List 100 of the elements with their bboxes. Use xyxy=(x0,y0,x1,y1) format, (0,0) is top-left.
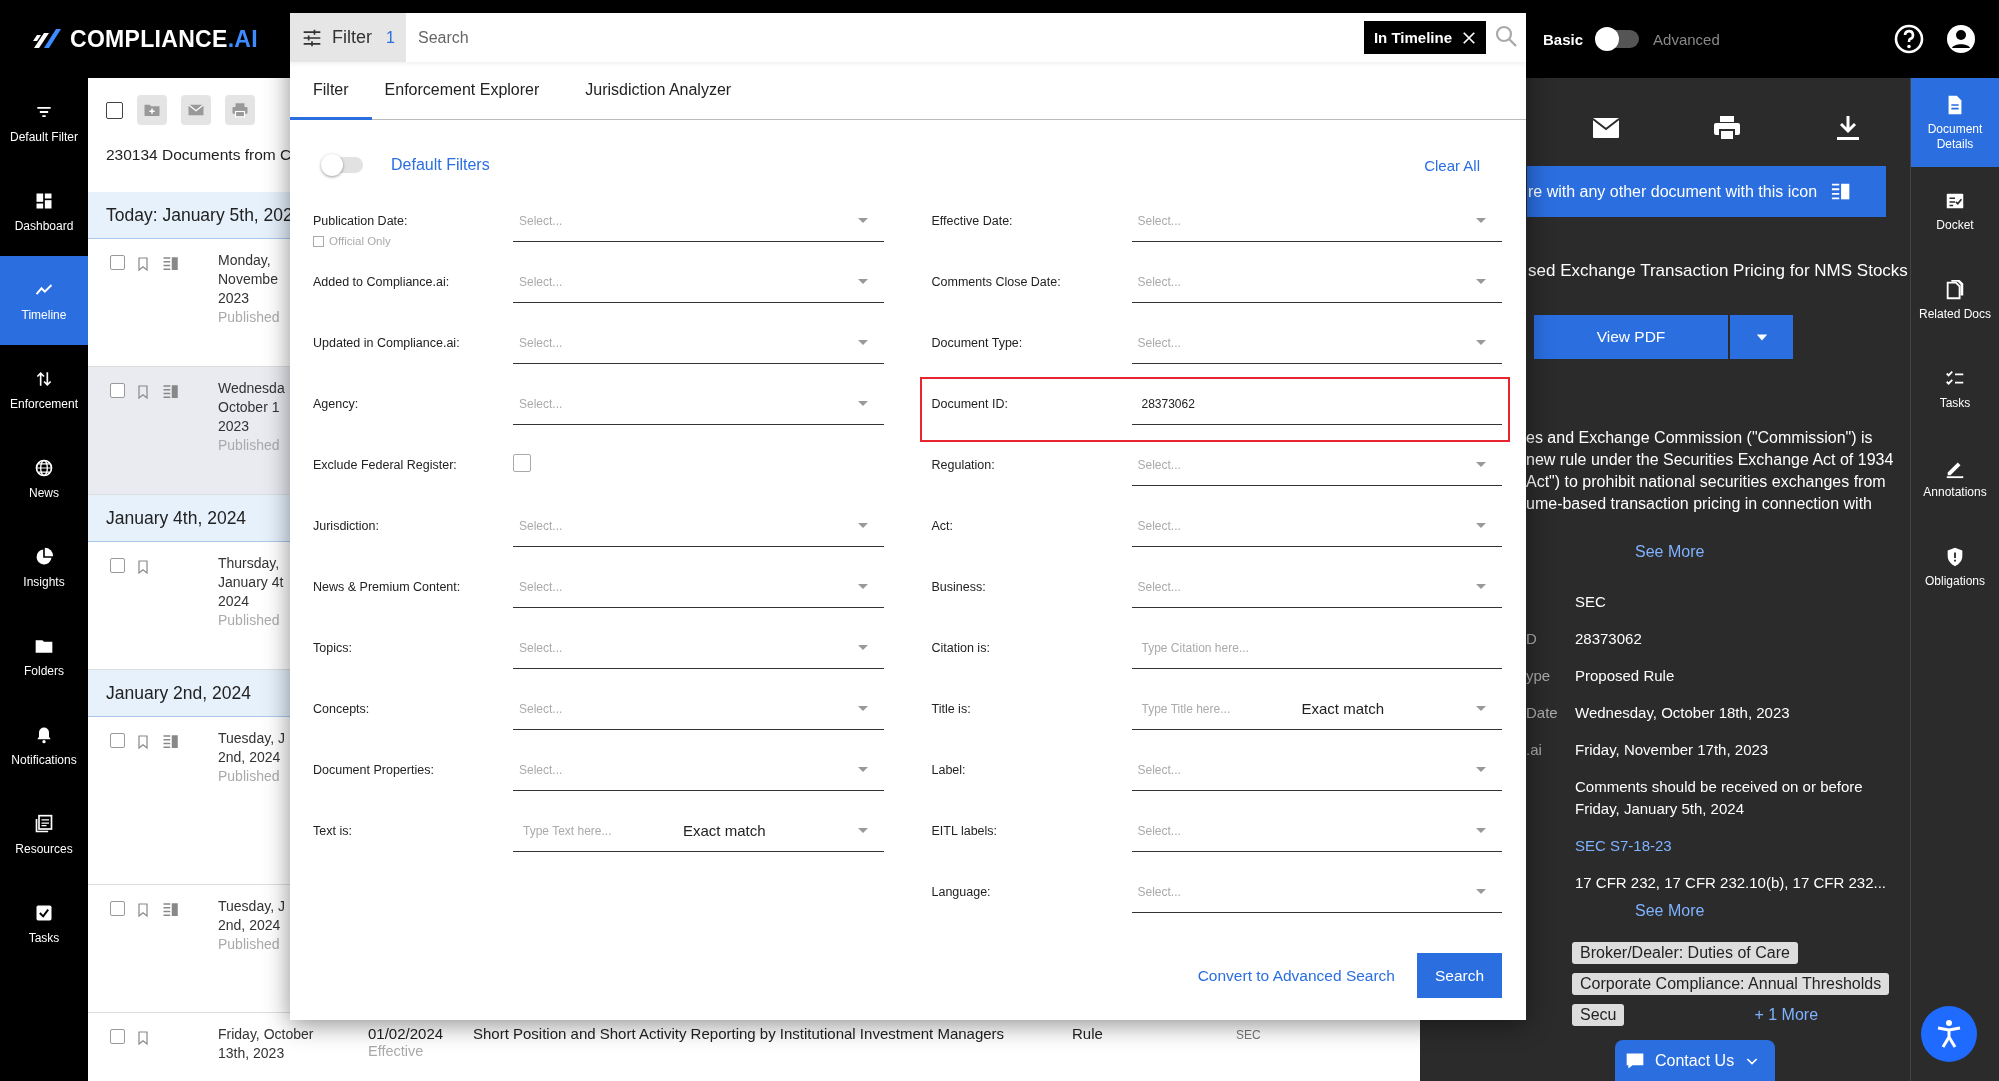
tab[interactable]: Jurisdiction Analyzer xyxy=(562,62,755,120)
field-label: Added to Compliance.ai: xyxy=(313,275,450,289)
caret-icon xyxy=(857,706,868,711)
logo-text: COMPLIANCE xyxy=(70,25,228,52)
printer-icon[interactable] xyxy=(1713,114,1741,142)
text-field[interactable]: 28373062 xyxy=(1131,383,1502,425)
text-field[interactable]: Type Citation here... xyxy=(1131,627,1502,669)
row-checkbox[interactable] xyxy=(110,733,125,748)
sidebar-tab[interactable]: Obligations xyxy=(1911,523,1999,612)
field-label: Agency: xyxy=(313,397,359,411)
compare-icon[interactable] xyxy=(161,255,181,273)
mode-label: Advanced xyxy=(1653,30,1720,48)
compare-icon[interactable] xyxy=(161,383,181,401)
text-field[interactable]: Type Text here... xyxy=(513,810,655,852)
sidebar-tab[interactable]: Document Details xyxy=(1911,78,1999,167)
field-label: News & Premium Content: xyxy=(313,580,461,594)
nav-item[interactable]: Timeline xyxy=(0,256,88,345)
search-button[interactable]: Search xyxy=(1417,953,1502,998)
tab[interactable]: Filter xyxy=(290,62,372,120)
field-label: Comments Close Date: xyxy=(931,275,1061,289)
print-button[interactable] xyxy=(225,95,255,125)
bookmark-icon[interactable] xyxy=(135,901,151,919)
nav-item[interactable]: News xyxy=(0,434,88,523)
field-value: Proposed Rule xyxy=(1575,666,1675,686)
view-pdf-button[interactable]: View PDF xyxy=(1534,315,1728,359)
match-select[interactable]: Exact match xyxy=(655,810,884,852)
caret-icon xyxy=(1476,706,1486,711)
row-checkbox[interactable] xyxy=(110,558,125,573)
row-checkbox[interactable] xyxy=(110,901,125,916)
convert-to-advanced-search-link[interactable]: Convert to Advanced Search xyxy=(1197,966,1395,985)
checkbox[interactable] xyxy=(513,454,531,472)
field-value: 28373062 xyxy=(1575,629,1642,649)
add-to-folder-button[interactable] xyxy=(137,95,167,125)
document-title[interactable]: Short Position and Short Activity Reporting by Institutional Investment Managers xyxy=(473,1025,1005,1042)
field-label: Concepts: xyxy=(313,702,370,716)
email-button[interactable] xyxy=(181,95,211,125)
caret-icon xyxy=(1476,462,1486,467)
checkbox[interactable] xyxy=(313,235,324,247)
compare-icon[interactable] xyxy=(161,733,181,751)
field-label: Date xyxy=(1526,704,1558,721)
user-icon[interactable] xyxy=(1945,23,1977,55)
see-more-link[interactable]: See More xyxy=(1635,543,1705,561)
topic-tag[interactable]: Secu xyxy=(1572,1004,1625,1026)
nav-item[interactable]: Insights xyxy=(0,523,88,612)
search-field[interactable]: Search xyxy=(406,13,1364,62)
nav-item[interactable]: Enforcement xyxy=(0,345,88,434)
caret-icon xyxy=(1754,332,1769,342)
bookmark-icon[interactable] xyxy=(135,1029,151,1047)
field-label: .ai xyxy=(1526,741,1542,758)
default-filters-toggle[interactable] xyxy=(323,157,363,173)
row-checkbox[interactable] xyxy=(110,1029,125,1044)
sidebar-tab[interactable]: Related Docs xyxy=(1911,256,1999,345)
documents-icon xyxy=(34,813,54,834)
help-icon[interactable] xyxy=(1893,23,1925,55)
mode-toggle[interactable] xyxy=(1597,30,1640,48)
globe-icon xyxy=(34,457,54,478)
row-checkbox[interactable] xyxy=(110,383,125,398)
document-date: Wednesda October 1 2023 xyxy=(218,380,285,434)
more-tags-link[interactable]: + 1 More xyxy=(1754,1006,1819,1024)
nav-item[interactable]: Resources xyxy=(0,790,88,879)
bookmark-icon[interactable] xyxy=(135,383,151,401)
bookmark-icon[interactable] xyxy=(135,558,151,576)
document-date: Tuesday, J 2nd, 2024 xyxy=(218,898,285,933)
field-label: Publication Date: xyxy=(313,214,408,228)
scope-chip[interactable]: In Timeline xyxy=(1363,21,1486,54)
sidebar-tab[interactable]: Tasks xyxy=(1911,345,1999,434)
text-field[interactable]: Type Title here... xyxy=(1131,688,1274,730)
docket-link[interactable]: SEC S7-18-23 xyxy=(1575,835,1672,857)
contact-us-button[interactable]: Contact Us xyxy=(1615,1040,1775,1081)
bookmark-icon[interactable] xyxy=(135,733,151,751)
see-more-link[interactable]: See More xyxy=(1635,902,1705,920)
compare-icon[interactable] xyxy=(161,901,181,919)
field-value: Wednesday, October 18th, 2023 xyxy=(1575,703,1790,723)
nav-item[interactable]: Tasks xyxy=(0,879,88,968)
sidebar-tab[interactable]: Docket xyxy=(1911,167,1999,256)
tab[interactable]: Enforcement Explorer xyxy=(371,62,563,120)
field-value: 17 CFR 232, 17 CFR 232.10(b), 17 CFR 232... xyxy=(1575,873,1886,893)
field-label: Updated in Compliance.ai: xyxy=(313,336,460,350)
field-label: Document Properties: xyxy=(313,763,434,777)
nav-item[interactable]: Notifications xyxy=(0,701,88,790)
search-icon[interactable] xyxy=(1494,23,1518,48)
default-filters-label: Default Filters xyxy=(391,156,490,174)
clear-all-link[interactable]: Clear All xyxy=(1424,156,1480,174)
document-title: sed Exchange Transaction Pricing for NMS Stocks xyxy=(1528,261,1908,282)
filter-button[interactable]: Filter 1 xyxy=(290,13,406,62)
topic-tag[interactable]: Corporate Compliance: Annual Thresholds xyxy=(1572,973,1890,995)
download-icon[interactable] xyxy=(1834,114,1862,142)
bookmark-icon[interactable] xyxy=(135,255,151,273)
nav-item[interactable]: Dashboard xyxy=(0,167,88,256)
caret-icon xyxy=(857,523,868,528)
caret-icon xyxy=(857,645,868,650)
topic-tag[interactable]: Broker/Dealer: Duties of Care xyxy=(1572,942,1798,964)
nav-item[interactable]: Folders xyxy=(0,612,88,701)
match-select[interactable]: Exact match xyxy=(1273,688,1502,730)
document-count: 230134 Documents from C xyxy=(106,146,292,163)
select-all-checkbox[interactable] xyxy=(106,101,123,119)
caret-icon xyxy=(857,767,868,772)
row-checkbox[interactable] xyxy=(110,255,125,270)
sidebar-tab[interactable]: Annotations xyxy=(1911,434,1999,523)
nav-item[interactable]: Default Filter xyxy=(0,78,88,167)
